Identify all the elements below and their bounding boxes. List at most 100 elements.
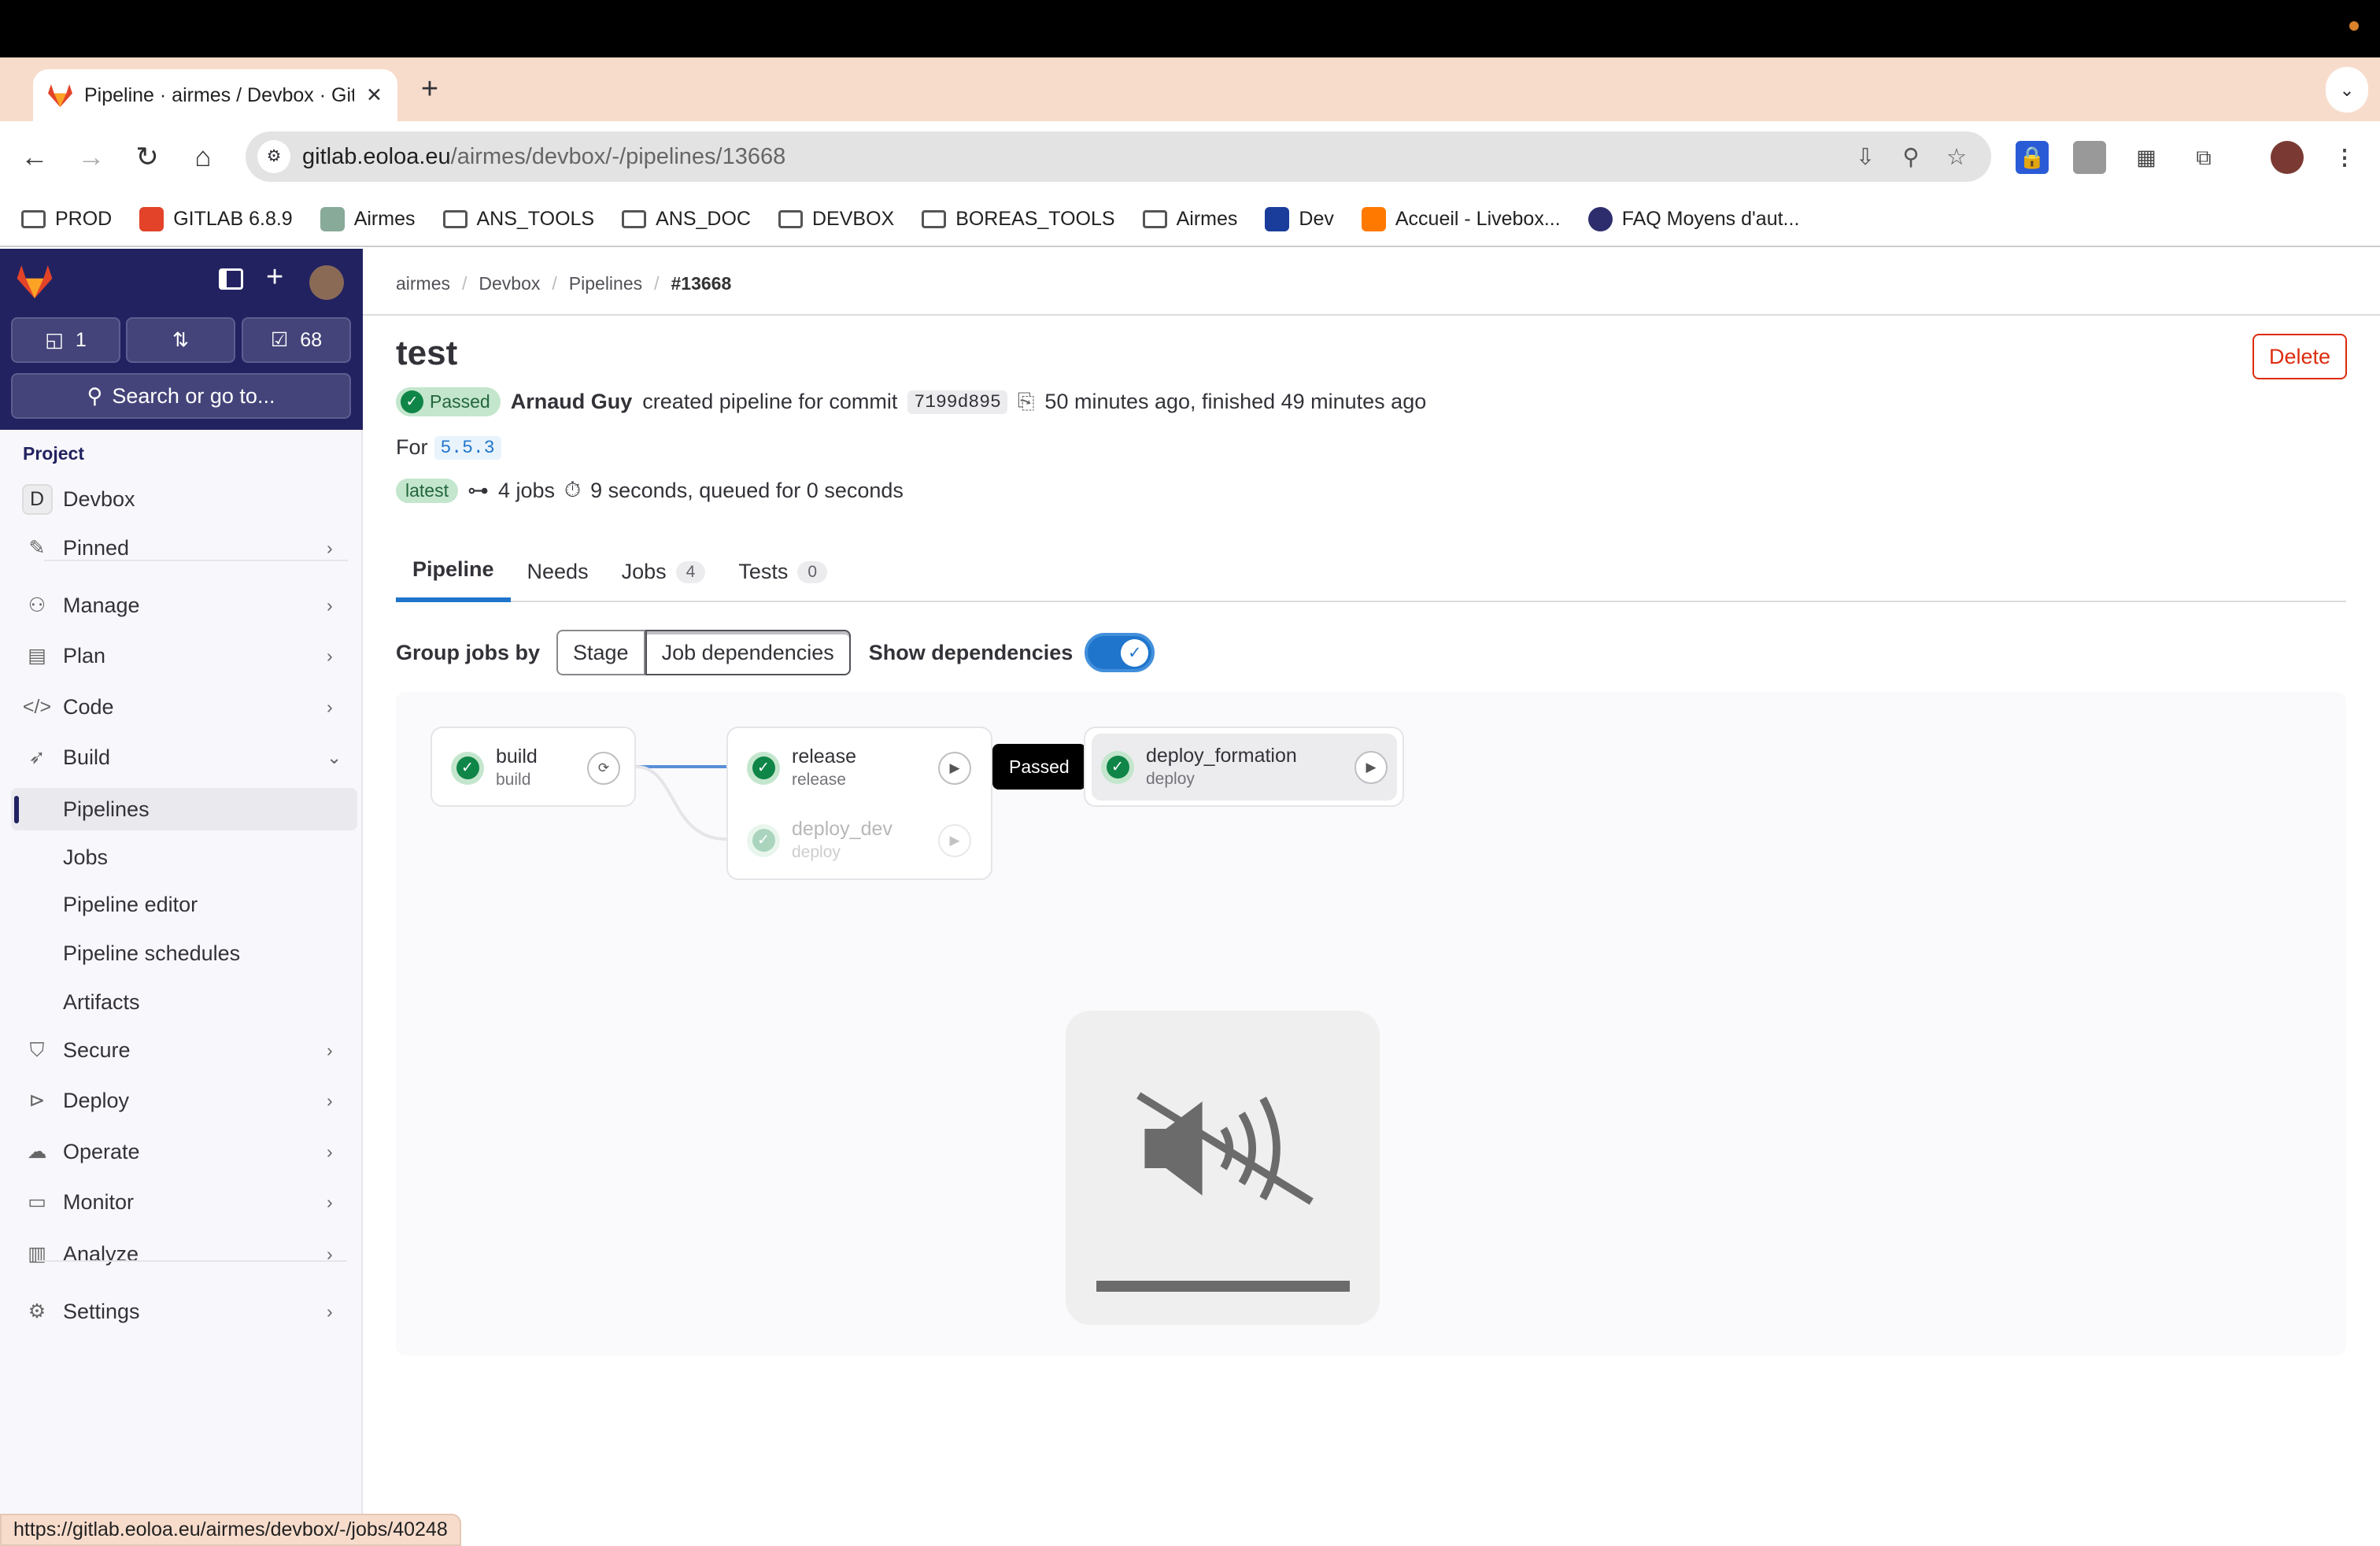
sidebar-item-pipeline-editor[interactable]: Pipeline editor (11, 883, 357, 926)
tab-pipeline[interactable]: Pipeline (396, 542, 511, 602)
qr-code-icon[interactable]: ▦ (2130, 141, 2163, 174)
sidebar-item-operate[interactable]: ☁ Operate › (11, 1130, 357, 1173)
todos-button[interactable]: ☑ 68 (242, 317, 351, 363)
chevron-right-icon: › (327, 1141, 333, 1162)
job-deploy-formation[interactable]: ✓ deploy_formation deploy ▶ (1092, 734, 1397, 801)
show-dependencies-toggle[interactable]: ✓ (1085, 633, 1155, 672)
bookmark-item[interactable]: DEVBOX (778, 208, 894, 231)
sidebar-item-secure[interactable]: ⛉ Secure › (11, 1029, 357, 1071)
bookmark-item[interactable]: ANS_DOC (622, 208, 751, 231)
sidebar-item-pinned[interactable]: ✎ Pinned › (11, 527, 357, 569)
browser-tab[interactable]: Pipeline · airmes / Devbox · GitLab ✕ (33, 69, 397, 121)
forward-icon[interactable]: → (72, 138, 111, 177)
ref-info: For 5.5.3 (396, 435, 501, 460)
bookmark-item[interactable]: PROD (21, 208, 112, 231)
chevron-down-icon: ⌄ (327, 746, 342, 767)
sidebar-item-monitor[interactable]: ▭ Monitor › (11, 1181, 357, 1223)
home-icon[interactable]: ⌂ (183, 138, 223, 177)
new-tab-button[interactable]: + (413, 69, 446, 109)
breadcrumb-current[interactable]: #13668 (671, 273, 732, 294)
status-badge[interactable]: ✓ Passed (396, 387, 501, 416)
tab-needs[interactable]: Needs (511, 542, 605, 602)
sidebar-item-label: Pipeline schedules (63, 941, 241, 965)
status-success-icon: ✓ (747, 751, 780, 785)
close-tab-icon[interactable]: ✕ (366, 83, 382, 107)
reload-icon[interactable]: ↻ (128, 138, 167, 177)
job-release[interactable]: ✓ release release ▶ (737, 736, 981, 800)
sidebar-item-label: Plan (63, 643, 106, 668)
extension-tablet-icon[interactable] (2073, 141, 2106, 174)
section-label: Project (23, 443, 84, 464)
breadcrumb-pipelines[interactable]: Pipelines (569, 273, 642, 294)
copy-icon[interactable]: ⎘ (1018, 390, 1035, 415)
sidebar-item-artifacts[interactable]: Artifacts (11, 981, 357, 1023)
job-build[interactable]: ✓ build build ⟳ (442, 736, 630, 800)
issues-icon: ◱ (45, 329, 64, 351)
toggle-sidebar-icon[interactable] (219, 268, 243, 290)
gitlab-logo[interactable] (17, 265, 53, 298)
profile-avatar[interactable] (2271, 141, 2304, 174)
sidebar-item-pipeline-schedules[interactable]: Pipeline schedules (11, 932, 357, 975)
commit-sha[interactable]: 7199d895 (907, 390, 1007, 414)
tab-tests[interactable]: Tests 0 (722, 542, 844, 602)
bookmark-star-icon[interactable]: ☆ (1934, 143, 1979, 171)
release-deploy-group: ✓ release release ▶ ✓ deploy_dev deploy ▶ (726, 727, 992, 880)
bookmark-item[interactable]: Airmes (1142, 208, 1237, 231)
play-icon[interactable]: ▶ (938, 823, 971, 857)
extensions-puzzle-icon[interactable]: ⧉ (2187, 141, 2220, 174)
sidebar-item-pipelines[interactable]: Pipelines (11, 788, 357, 830)
issues-button[interactable]: ◱ 1 (11, 317, 120, 363)
ref-link[interactable]: 5.5.3 (434, 435, 501, 460)
bookmark-item[interactable]: BOREAS_TOOLS (922, 208, 1115, 231)
site-settings-icon[interactable]: ⚙ (257, 140, 290, 173)
user-avatar[interactable] (309, 265, 344, 300)
muted-media-overlay[interactable] (1066, 1011, 1380, 1325)
sidebar-item-analyze[interactable]: ▥ Analyze › (11, 1233, 357, 1275)
search-button[interactable]: ⚲ Search or go to... (11, 373, 351, 419)
merge-requests-button[interactable]: ⇅ (126, 317, 235, 363)
sidebar-item-label: Monitor (63, 1189, 135, 1214)
sidebar-item-plan[interactable]: ▤ Plan › (11, 634, 357, 677)
url-text[interactable]: gitlab.eoloa.eu/airmes/devbox/-/pipeline… (302, 144, 1842, 170)
tab-search-button[interactable]: ⌄ (2326, 67, 2368, 113)
rocket-icon: ➶ (28, 746, 46, 768)
create-new-icon[interactable]: + (266, 261, 283, 294)
play-icon[interactable]: ▶ (938, 751, 971, 785)
bookmark-item[interactable]: Airmes (320, 207, 416, 231)
project-link[interactable]: D Devbox (11, 478, 357, 520)
zoom-icon[interactable]: ⚲ (1888, 143, 1934, 171)
media-progress-bar[interactable] (1096, 1281, 1350, 1292)
group-by-dependencies-button[interactable]: Job dependencies (645, 630, 851, 675)
sidebar-item-manage[interactable]: ⚇ Manage › (11, 584, 357, 627)
group-by-stage-button[interactable]: Stage (556, 630, 645, 675)
address-bar[interactable]: ⚙ gitlab.eoloa.eu/airmes/devbox/-/pipeli… (246, 131, 1991, 182)
browser-menu-icon[interactable]: ⋮ (2328, 141, 2361, 174)
page-title: test (396, 334, 458, 372)
sidebar-item-jobs[interactable]: Jobs (11, 836, 357, 878)
bookmark-item[interactable]: Dev (1265, 207, 1334, 231)
breadcrumb-project[interactable]: Devbox (479, 273, 540, 294)
play-icon[interactable]: ▶ (1354, 750, 1388, 784)
tab-jobs[interactable]: Jobs 4 (605, 542, 722, 602)
sidebar-item-settings[interactable]: ⚙ Settings › (11, 1290, 357, 1333)
author-name[interactable]: Arnaud Guy (511, 390, 633, 414)
breadcrumb-group[interactable]: airmes (396, 273, 450, 294)
sidebar-item-deploy[interactable]: ⊳ Deploy › (11, 1079, 357, 1122)
retry-icon[interactable]: ⟳ (587, 751, 620, 785)
extension-lock-icon[interactable]: 🔒 (2016, 141, 2049, 174)
job-deploy-dev[interactable]: ✓ deploy_dev deploy ▶ (737, 808, 981, 872)
bookmark-label: PROD (55, 208, 113, 230)
sidebar-item-build[interactable]: ➶ Build ⌄ (11, 736, 357, 779)
bookmark-item[interactable]: ANS_TOOLS (442, 208, 594, 231)
bookmark-item[interactable]: Accueil - Livebox... (1361, 207, 1561, 231)
bookmark-item[interactable]: GITLAB 6.8.9 (139, 207, 293, 231)
bookmark-item[interactable]: FAQ Moyens d'aut... (1587, 207, 1799, 231)
sidebar-item-code[interactable]: </> Code › (11, 686, 357, 728)
back-icon[interactable]: ← (15, 138, 54, 177)
build-stage: ✓ build build ⟳ (431, 727, 636, 807)
install-icon[interactable]: ⇩ (1842, 143, 1888, 171)
shield-icon: ⛉ (29, 1038, 45, 1061)
search-icon: ⚲ (87, 383, 103, 408)
pipeline-info: ✓ Passed Arnaud Guy created pipeline for … (396, 387, 1426, 416)
delete-button[interactable]: Delete (2252, 334, 2347, 379)
